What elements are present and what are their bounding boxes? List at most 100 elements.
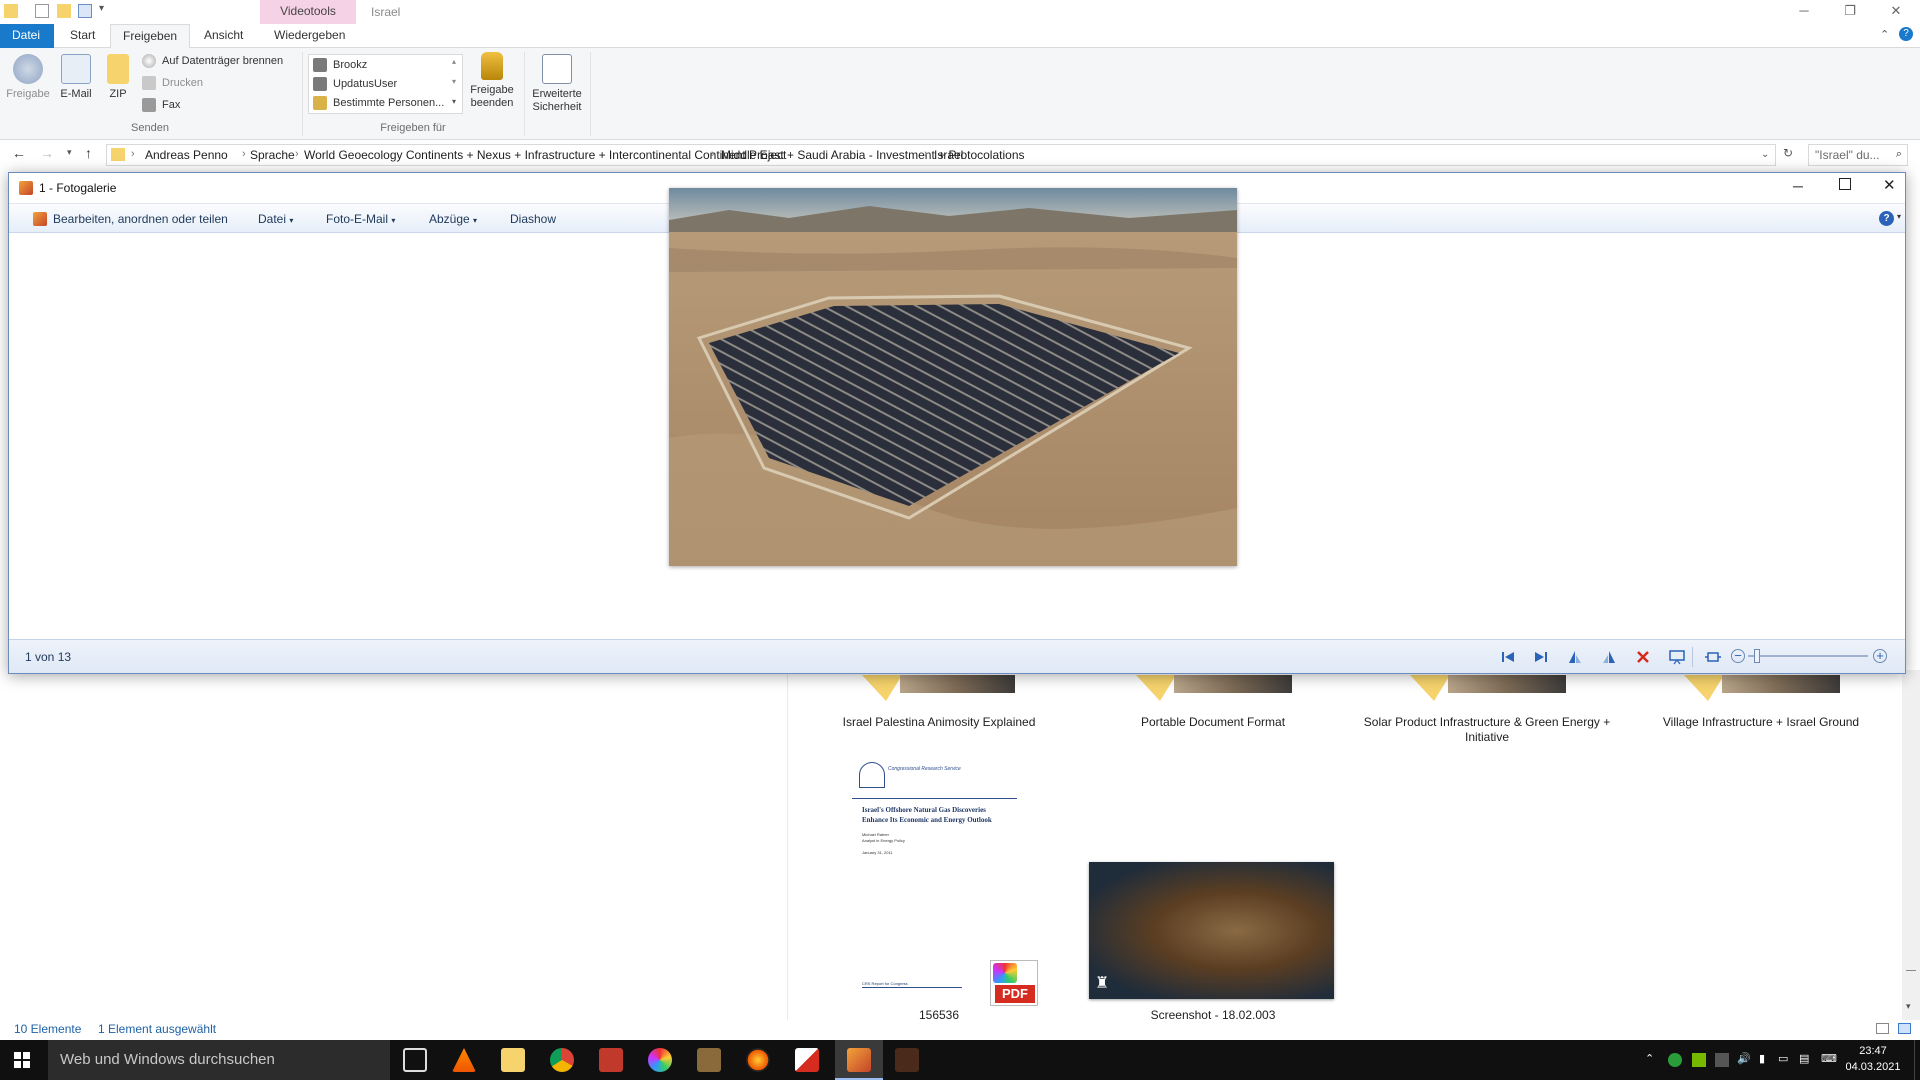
tab-start[interactable]: Start <box>58 24 107 48</box>
breadcrumb-middle-east[interactable]: Middle East + Saudi Arabia - Investment … <box>721 148 1025 162</box>
volume-icon[interactable]: 🔊 <box>1737 1052 1751 1065</box>
actual-size-icon[interactable] <box>1705 649 1721 665</box>
gallery-minimize-icon[interactable]: ─ <box>1793 178 1803 194</box>
help-icon[interactable]: ? <box>1899 27 1913 41</box>
gallery-scroll-down-icon[interactable]: ▾ <box>452 77 456 86</box>
envelope-icon <box>61 54 91 84</box>
windows-start-icon[interactable] <box>14 1052 30 1068</box>
file-village-infrastructure[interactable]: Village Infrastructure + Israel Ground <box>1636 715 1886 730</box>
address-field[interactable]: › Andreas Penno › Sprache › World Geoeco… <box>106 144 1776 166</box>
restore-icon[interactable]: ❐ <box>1827 0 1873 24</box>
back-arrow-icon[interactable]: ← <box>12 145 26 161</box>
scrollbar-thumb[interactable] <box>1906 970 1916 971</box>
photo-gallery-taskbar-icon[interactable] <box>847 1048 871 1072</box>
file-portable-document-format[interactable]: Portable Document Format <box>1088 715 1338 730</box>
file-explorer-icon[interactable] <box>501 1048 525 1072</box>
next-icon[interactable] <box>1533 649 1549 665</box>
recent-locations-icon[interactable]: ▾ <box>67 147 72 158</box>
scroll-down-icon[interactable]: ▾ <box>1906 1001 1911 1012</box>
rename-icon[interactable] <box>78 4 92 18</box>
help-dropdown-icon[interactable]: ▾ <box>1897 212 1901 221</box>
vertical-scrollbar[interactable]: ▾ <box>1902 670 1920 1020</box>
new-folder-icon[interactable] <box>57 4 71 18</box>
breadcrumb-israel[interactable]: Israel <box>934 148 963 162</box>
picasa-icon[interactable] <box>648 1048 672 1072</box>
fax-button[interactable]: Fax <box>142 96 180 114</box>
photo-email-button[interactable]: Foto-E-Mail ▾ <box>326 212 395 226</box>
vlc-icon[interactable] <box>452 1048 476 1072</box>
refresh-icon[interactable]: ↻ <box>1783 146 1793 160</box>
file-menu-button[interactable]: Datei ▾ <box>258 212 293 226</box>
share-with-gallery: Brookz UpdatusUser Bestimmte Personen...… <box>308 54 463 114</box>
rotate-right-icon[interactable] <box>1601 649 1617 665</box>
media-app-icon[interactable] <box>746 1048 770 1072</box>
network-icon[interactable]: ▮ <box>1759 1052 1765 1065</box>
document-thumbnail[interactable]: Congressional Research Service Israel's … <box>852 760 1022 870</box>
nvidia-icon[interactable] <box>1692 1053 1706 1067</box>
video-editor-icon[interactable] <box>697 1048 721 1072</box>
freigabe-button[interactable]: Freigabe <box>6 54 50 101</box>
up-arrow-icon[interactable]: ↑ <box>85 145 92 161</box>
action-center-icon[interactable]: ▤ <box>1799 1052 1809 1065</box>
slideshow-button[interactable]: Diashow <box>510 212 556 226</box>
forward-arrow-icon[interactable]: → <box>40 145 54 161</box>
taskbar-search-box[interactable]: Web und Windows durchsuchen <box>48 1040 390 1080</box>
app-taskbar-icon[interactable] <box>895 1048 919 1072</box>
screenshot-thumbnail[interactable]: ♜ <box>1089 862 1334 999</box>
address-dropdown-icon[interactable]: ⌄ <box>1761 149 1769 160</box>
tray-app-icon[interactable] <box>1715 1053 1729 1067</box>
show-desktop-button[interactable] <box>1914 1040 1920 1080</box>
clock-time[interactable]: 23:47 <box>1848 1045 1898 1057</box>
gallery-maximize-icon[interactable] <box>1839 178 1851 190</box>
prints-menu-button[interactable]: Abzüge ▾ <box>429 212 477 226</box>
large-icons-view-icon[interactable] <box>1898 1023 1911 1034</box>
gallery-close-icon[interactable]: ✕ <box>1883 176 1896 194</box>
share-user-brookz[interactable]: Brookz <box>313 56 367 74</box>
gallery-expand-icon[interactable]: ▾ <box>452 97 456 106</box>
task-view-icon[interactable] <box>403 1048 427 1072</box>
file-solar-product-infrastructure[interactable]: Solar Product Infrastructure & Green Ene… <box>1362 715 1612 745</box>
clock-date[interactable]: 04.03.2021 <box>1843 1061 1903 1073</box>
calendar-app-icon[interactable] <box>599 1048 623 1072</box>
email-button[interactable]: E-Mail <box>56 54 96 101</box>
breadcrumb-andreas-penno[interactable]: Andreas Penno <box>145 148 228 162</box>
zoom-slider-thumb[interactable] <box>1754 649 1760 663</box>
details-view-icon[interactable] <box>1876 1023 1889 1034</box>
delete-icon[interactable] <box>1635 649 1651 665</box>
pdf-app-icon[interactable] <box>795 1048 819 1072</box>
security-shield-icon[interactable] <box>1668 1053 1682 1067</box>
share-user-updatususer[interactable]: UpdatusUser <box>313 75 397 93</box>
chrome-icon[interactable] <box>550 1048 574 1072</box>
collapse-ribbon-icon[interactable]: ⌃ <box>1880 28 1889 41</box>
share-specific-people[interactable]: Bestimmte Personen... <box>313 94 444 112</box>
zoom-out-icon[interactable]: − <box>1731 649 1745 663</box>
print-button[interactable]: Drucken <box>142 74 203 92</box>
qat-dropdown-icon[interactable]: ▾ <box>99 3 104 14</box>
zoom-slider[interactable] <box>1748 649 1868 663</box>
tab-wiedergeben[interactable]: Wiedergeben <box>262 24 357 48</box>
thumbnail-edge <box>1722 675 1840 693</box>
minimize-icon[interactable]: ─ <box>1781 0 1827 24</box>
breadcrumb-sprache[interactable]: Sprache <box>250 148 295 162</box>
zoom-in-icon[interactable]: + <box>1873 649 1887 663</box>
display-icon[interactable]: ▭ <box>1778 1052 1788 1065</box>
stop-sharing-button[interactable]: Freigabe beenden <box>466 52 518 110</box>
close-icon[interactable]: ✕ <box>1873 0 1919 24</box>
previous-icon[interactable] <box>1500 649 1516 665</box>
properties-icon[interactable] <box>35 4 49 18</box>
advanced-security-button[interactable]: Erweiterte Sicherheit <box>528 54 586 114</box>
tray-expand-icon[interactable]: ⌃ <box>1645 1052 1654 1065</box>
rotate-left-icon[interactable] <box>1567 649 1583 665</box>
keyboard-icon[interactable]: ⌨ <box>1821 1052 1837 1065</box>
gallery-help-icon[interactable]: ? <box>1879 211 1894 226</box>
tab-ansicht[interactable]: Ansicht <box>192 24 255 48</box>
edit-organize-share-button[interactable]: Bearbeiten, anordnen oder teilen <box>53 212 228 226</box>
file-israel-palestina[interactable]: Israel Palestina Animosity Explained <box>814 715 1064 730</box>
tab-datei[interactable]: Datei <box>0 24 54 48</box>
burn-disc-button[interactable]: Auf Datenträger brennen <box>142 52 283 70</box>
zip-button[interactable]: ZIP <box>102 54 134 101</box>
tab-freigeben[interactable]: Freigeben <box>110 24 191 49</box>
slideshow-icon[interactable] <box>1669 649 1685 665</box>
gallery-scroll-up-icon[interactable]: ▴ <box>452 57 456 66</box>
search-input[interactable]: "Israel" du... ⌕ <box>1808 144 1908 166</box>
